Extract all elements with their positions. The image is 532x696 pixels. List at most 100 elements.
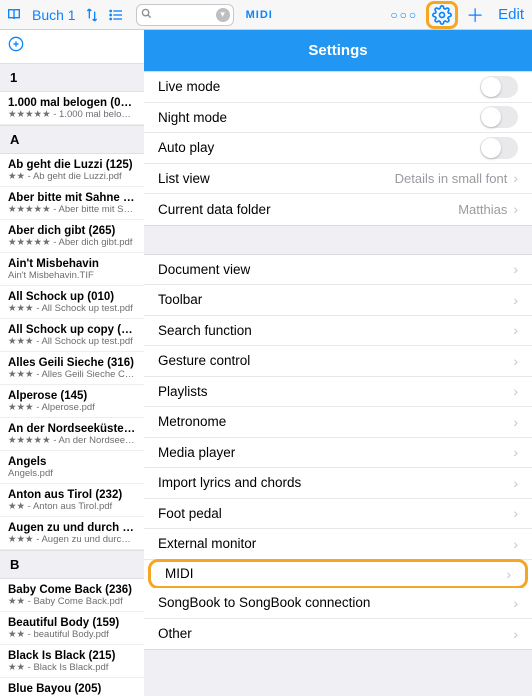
edit-button[interactable]: Edit	[498, 6, 524, 23]
settings-group-advanced: Document view›Toolbar›Search function›Ge…	[144, 254, 532, 651]
row-label: External monitor	[158, 536, 256, 551]
song-title: Alles Geili Sieche (316)	[8, 357, 136, 369]
row-label: Gesture control	[158, 353, 250, 368]
song-row[interactable]: Blue Bayou (205)★★★ - Blue Bayou.pdf	[0, 678, 144, 696]
book-title[interactable]: Buch 1	[32, 7, 76, 23]
settings-row-auto-play[interactable]: Auto play	[144, 133, 532, 164]
settings-row-songbook-to-songbook-connection[interactable]: SongBook to SongBook connection›	[144, 588, 532, 619]
toggle-switch[interactable]	[480, 137, 518, 159]
song-title: Blue Bayou (205)	[8, 683, 136, 695]
toggle-switch[interactable]	[480, 106, 518, 128]
song-subtitle: ★★★ - All Schock up test.pdf	[8, 303, 136, 314]
settings-row-midi[interactable]: MIDI›	[148, 559, 528, 590]
settings-title: Settings	[144, 30, 532, 71]
row-detail-text: Details in small font	[395, 171, 508, 186]
settings-row-foot-pedal[interactable]: Foot pedal ›	[144, 499, 532, 530]
song-title: Aber dich gibt (265)	[8, 225, 136, 237]
section-header: A	[0, 125, 144, 154]
song-row[interactable]: Black Is Black (215)★★ - Black Is Black.…	[0, 645, 144, 678]
song-row[interactable]: All Schock up copy (010)★★★ - All Schock…	[0, 319, 144, 352]
row-label: Foot pedal	[158, 506, 222, 521]
row-label: Import lyrics and chords	[158, 475, 301, 490]
row-label: Other	[158, 626, 192, 641]
song-subtitle: ★★★ - All Schock up test.pdf	[8, 336, 136, 347]
settings-row-search-function[interactable]: Search function›	[144, 316, 532, 347]
song-title: All Schock up (010)	[8, 291, 136, 303]
more-icon[interactable]: ○○○	[390, 8, 418, 22]
search-icon	[141, 8, 152, 22]
song-row[interactable]: Alperose (145)★★★ - Alperose.pdf	[0, 385, 144, 418]
settings-row-current-data-folder[interactable]: Current data folderMatthias›	[144, 194, 532, 225]
settings-row-external-monitor[interactable]: External monitor›	[144, 529, 532, 560]
song-title: Angels	[8, 456, 136, 468]
settings-row-night-mode[interactable]: Night mode	[144, 103, 532, 134]
settings-row-media-player[interactable]: Media player›	[144, 438, 532, 469]
row-label: Metronome	[158, 414, 226, 429]
toggle-switch[interactable]	[480, 76, 518, 98]
row-detail-text: Matthias	[458, 202, 507, 217]
top-toolbar: Buch 1 ▾ MIDI ○○○ ＋ Edit	[0, 0, 532, 30]
song-title: An der Nordseeküste (166)	[8, 423, 136, 435]
chevron-right-icon: ›	[513, 595, 518, 611]
row-label: Night mode	[158, 110, 227, 125]
chevron-right-icon: ›	[513, 170, 518, 186]
song-title: Ab geht die Luzzi (125)	[8, 159, 136, 171]
settings-row-import-lyrics-and-chords[interactable]: Import lyrics and chords ›	[144, 468, 532, 499]
search-field[interactable]: ▾	[136, 4, 234, 26]
sort-icon[interactable]	[84, 7, 100, 23]
song-subtitle: ★★★ - Augen zu und durch.pdf	[8, 534, 136, 545]
song-title: Baby Come Back (236)	[8, 584, 136, 596]
settings-row-document-view[interactable]: Document view›	[144, 255, 532, 286]
row-label: Current data folder	[158, 202, 271, 217]
song-subtitle: ★★ - Anton aus Tirol.pdf	[8, 501, 136, 512]
song-title: Black Is Black (215)	[8, 650, 136, 662]
list-icon[interactable]	[108, 7, 124, 23]
song-row[interactable]: Ain't MisbehavinAin't Misbehavin.TIF	[0, 253, 144, 286]
chevron-right-icon: ›	[506, 566, 511, 582]
row-label: Media player	[158, 445, 235, 460]
song-title: All Schock up copy (010)	[8, 324, 136, 336]
midi-indicator[interactable]: MIDI	[242, 7, 277, 23]
song-row[interactable]: Baby Come Back (236)★★ - Baby Come Back.…	[0, 579, 144, 612]
settings-row-gesture-control[interactable]: Gesture control›	[144, 346, 532, 377]
song-row[interactable]: Aber dich gibt (265)★★★★★ - Aber dich gi…	[0, 220, 144, 253]
add-icon[interactable]: ＋	[466, 2, 484, 28]
song-subtitle: Angels.pdf	[8, 468, 136, 479]
chevron-right-icon: ›	[513, 475, 518, 491]
search-dropdown-icon[interactable]: ▾	[216, 8, 230, 22]
song-list: 11.000 mal belogen (001)★★★★★ - 1.000 ma…	[0, 30, 144, 696]
song-row[interactable]: 1.000 mal belogen (001)★★★★★ - 1.000 mal…	[0, 92, 144, 125]
song-row[interactable]: Augen zu und durch (314)★★★ - Augen zu u…	[0, 517, 144, 550]
song-title: 1.000 mal belogen (001)	[8, 97, 136, 109]
row-label: Auto play	[158, 140, 214, 155]
section-header: B	[0, 550, 144, 579]
row-label: Playlists	[158, 384, 208, 399]
song-row[interactable]: Beautiful Body (159)★★ - beautiful Body.…	[0, 612, 144, 645]
song-row[interactable]: An der Nordseeküste (166)★★★★★ - An der …	[0, 418, 144, 451]
song-title: Beautiful Body (159)	[8, 617, 136, 629]
row-label: Toolbar	[158, 292, 202, 307]
row-label: Document view	[158, 262, 250, 277]
settings-panel: Settings Live modeNight modeAuto playLis…	[144, 30, 532, 696]
settings-row-list-view[interactable]: List viewDetails in small font›	[144, 164, 532, 195]
settings-row-live-mode[interactable]: Live mode	[144, 72, 532, 103]
chevron-right-icon: ›	[513, 505, 518, 521]
song-row[interactable]: All Schock up (010)★★★ - All Schock up t…	[0, 286, 144, 319]
song-row[interactable]: Aber bitte mit Sahne Udo Jü…★★★★★ - Aber…	[0, 187, 144, 220]
song-subtitle: ★★★ - Alles Geili Sieche ChueLe…	[8, 369, 136, 380]
song-row[interactable]: AngelsAngels.pdf	[0, 451, 144, 484]
settings-row-metronome[interactable]: Metronome ›	[144, 407, 532, 438]
gear-icon[interactable]	[432, 5, 452, 25]
song-row[interactable]: Anton aus Tirol (232)★★ - Anton aus Tiro…	[0, 484, 144, 517]
settings-row-other[interactable]: Other›	[144, 619, 532, 650]
song-subtitle: ★★ - beautiful Body.pdf	[8, 629, 136, 640]
add-song-button[interactable]	[0, 30, 144, 63]
settings-row-playlists[interactable]: Playlists›	[144, 377, 532, 408]
chevron-right-icon: ›	[513, 414, 518, 430]
settings-row-toolbar[interactable]: Toolbar›	[144, 285, 532, 316]
gear-highlight	[426, 1, 458, 29]
book-icon[interactable]	[6, 7, 22, 23]
song-row[interactable]: Ab geht die Luzzi (125)★★ - Ab geht die …	[0, 154, 144, 187]
song-title: Aber bitte mit Sahne Udo Jü…	[8, 192, 136, 204]
song-row[interactable]: Alles Geili Sieche (316)★★★ - Alles Geil…	[0, 352, 144, 385]
